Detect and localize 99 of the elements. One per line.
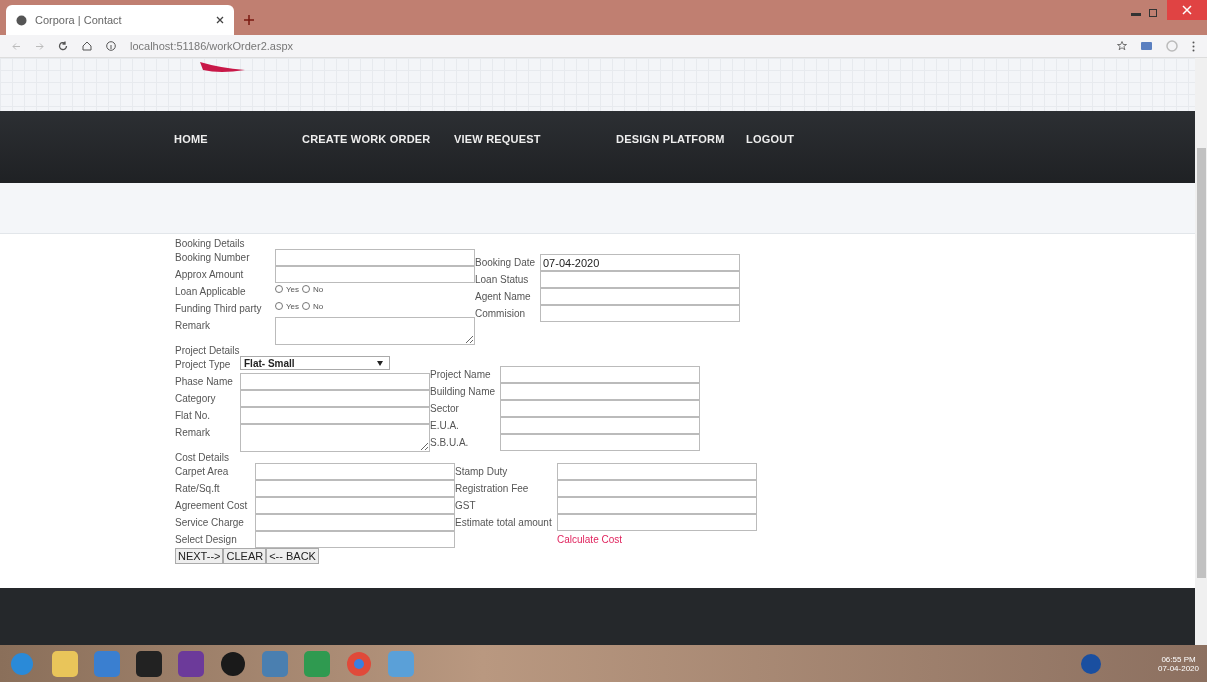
browser-tab[interactable]: Corpora | Contact — [6, 5, 234, 35]
back-icon[interactable] — [12, 41, 21, 51]
close-window-icon[interactable] — [1167, 0, 1207, 20]
caret-icon — [377, 360, 383, 366]
field-label: Carpet Area — [175, 465, 230, 479]
input-field[interactable] — [255, 497, 455, 514]
address-bar[interactable]: localhost:51186/workOrder2.aspx — [130, 40, 294, 52]
restore-icon[interactable] — [1149, 9, 1157, 17]
field-label: Registration Fee — [455, 482, 530, 496]
field-label: Project Type — [175, 358, 232, 372]
menu-icon[interactable] — [1192, 40, 1195, 52]
clock-time: 06:55 PM — [1161, 654, 1196, 664]
option-label: No — [313, 284, 324, 294]
app-icon[interactable] — [220, 650, 246, 677]
dropdown[interactable]: Flat- Small — [240, 356, 390, 370]
info-icon — [106, 41, 116, 51]
input-field[interactable] — [500, 434, 700, 451]
input-field[interactable] — [500, 400, 700, 417]
field-label: Category — [175, 392, 217, 406]
radio-button[interactable] — [302, 285, 311, 293]
extension-icon[interactable] — [1141, 42, 1152, 50]
input-field[interactable] — [255, 531, 455, 548]
field-label: Loan Applicable — [175, 285, 247, 299]
field-label: Agreement Cost — [175, 499, 249, 513]
field-label: Loan Status — [475, 273, 530, 287]
text-area[interactable] — [240, 424, 430, 452]
input-field[interactable] — [255, 514, 455, 531]
field-label: Phase Name — [175, 375, 234, 389]
close-icon[interactable] — [216, 16, 224, 24]
field-label: Commision — [475, 307, 526, 321]
input-field[interactable] — [255, 480, 455, 497]
field-label: GST — [455, 499, 477, 513]
input-field[interactable] — [500, 366, 700, 383]
scrollbar-thumb[interactable] — [1196, 148, 1206, 578]
input-field[interactable] — [540, 305, 740, 322]
profile-icon[interactable] — [1166, 40, 1178, 52]
field-label: Project Name — [430, 368, 492, 382]
input-field[interactable] — [540, 271, 740, 288]
text-area[interactable] — [275, 317, 475, 345]
help-icon[interactable] — [1080, 652, 1103, 675]
reload-icon[interactable] — [58, 41, 68, 51]
field-label: S.B.U.A. — [430, 436, 470, 450]
field-label: Stamp Duty — [455, 465, 509, 479]
input-field[interactable] — [275, 249, 475, 266]
field-label: Flat No. — [175, 409, 211, 423]
section-title: Booking Details — [175, 238, 246, 249]
input-field[interactable] — [240, 373, 430, 390]
input-field[interactable] — [557, 497, 757, 514]
new-tab-icon[interactable] — [244, 15, 254, 25]
nav-link[interactable]: HOME — [174, 133, 302, 145]
section-title: Cost Details — [175, 452, 230, 463]
star-icon[interactable] — [1117, 41, 1127, 51]
field-label: Remark — [175, 319, 211, 333]
input-field[interactable] — [557, 480, 757, 497]
radio-button[interactable] — [275, 302, 283, 310]
nav-link[interactable]: LOGOUT — [746, 133, 806, 145]
input-field[interactable] — [275, 266, 475, 283]
minimize-icon[interactable] — [1131, 13, 1141, 17]
section-title: Project Details — [175, 345, 241, 356]
field-label: Booking Number — [175, 251, 251, 265]
tab-title: Corpora | Contact — [35, 14, 123, 26]
field-label: Agent Name — [475, 290, 532, 304]
field-label: Service Charge — [175, 516, 245, 530]
field-label: E.U.A. — [430, 419, 460, 433]
field-label: Building Name — [430, 385, 497, 399]
calculate-link[interactable]: Calculate Cost — [557, 531, 757, 548]
field-label: Estimate total amount — [455, 516, 553, 530]
field-label: Select Design — [175, 533, 238, 547]
radio-button[interactable] — [275, 285, 283, 293]
field-label: Funding Third party — [175, 302, 263, 316]
input-field[interactable] — [500, 417, 700, 434]
option-label: No — [313, 301, 324, 311]
form-button[interactable]: NEXT--> — [175, 548, 224, 564]
field-label: Sector — [430, 402, 460, 416]
input-field[interactable] — [240, 407, 430, 424]
input-field[interactable] — [500, 383, 700, 400]
globe-icon — [16, 14, 27, 26]
option-label: Yes — [286, 284, 300, 294]
input-field[interactable] — [557, 463, 757, 480]
home-icon[interactable] — [82, 41, 92, 51]
input-field[interactable] — [255, 463, 455, 480]
form-button[interactable]: CLEAR — [223, 548, 267, 564]
forward-icon[interactable] — [35, 41, 44, 51]
radio-button[interactable] — [302, 302, 311, 310]
input-field[interactable] — [540, 288, 740, 305]
clock-date: 07-04-2020 — [1158, 663, 1199, 673]
nav-link[interactable]: VIEW REQUEST — [454, 133, 616, 145]
app-icon[interactable] — [136, 650, 162, 677]
field-label: Approx Amount — [175, 268, 245, 282]
input-field[interactable] — [240, 390, 430, 407]
field-label: Booking Date — [475, 256, 537, 270]
option-label: Yes — [286, 301, 300, 311]
nav-link[interactable]: CREATE WORK ORDER — [302, 133, 454, 145]
field-label: Rate/Sq.ft — [175, 482, 221, 496]
form-button[interactable]: <-- BACK — [266, 548, 319, 564]
input-field[interactable] — [557, 514, 757, 531]
input-field[interactable]: 07-04-2020 — [540, 254, 740, 271]
nav-link[interactable]: DESIGN PLATFORM — [616, 133, 746, 145]
field-label: Remark — [175, 426, 211, 440]
